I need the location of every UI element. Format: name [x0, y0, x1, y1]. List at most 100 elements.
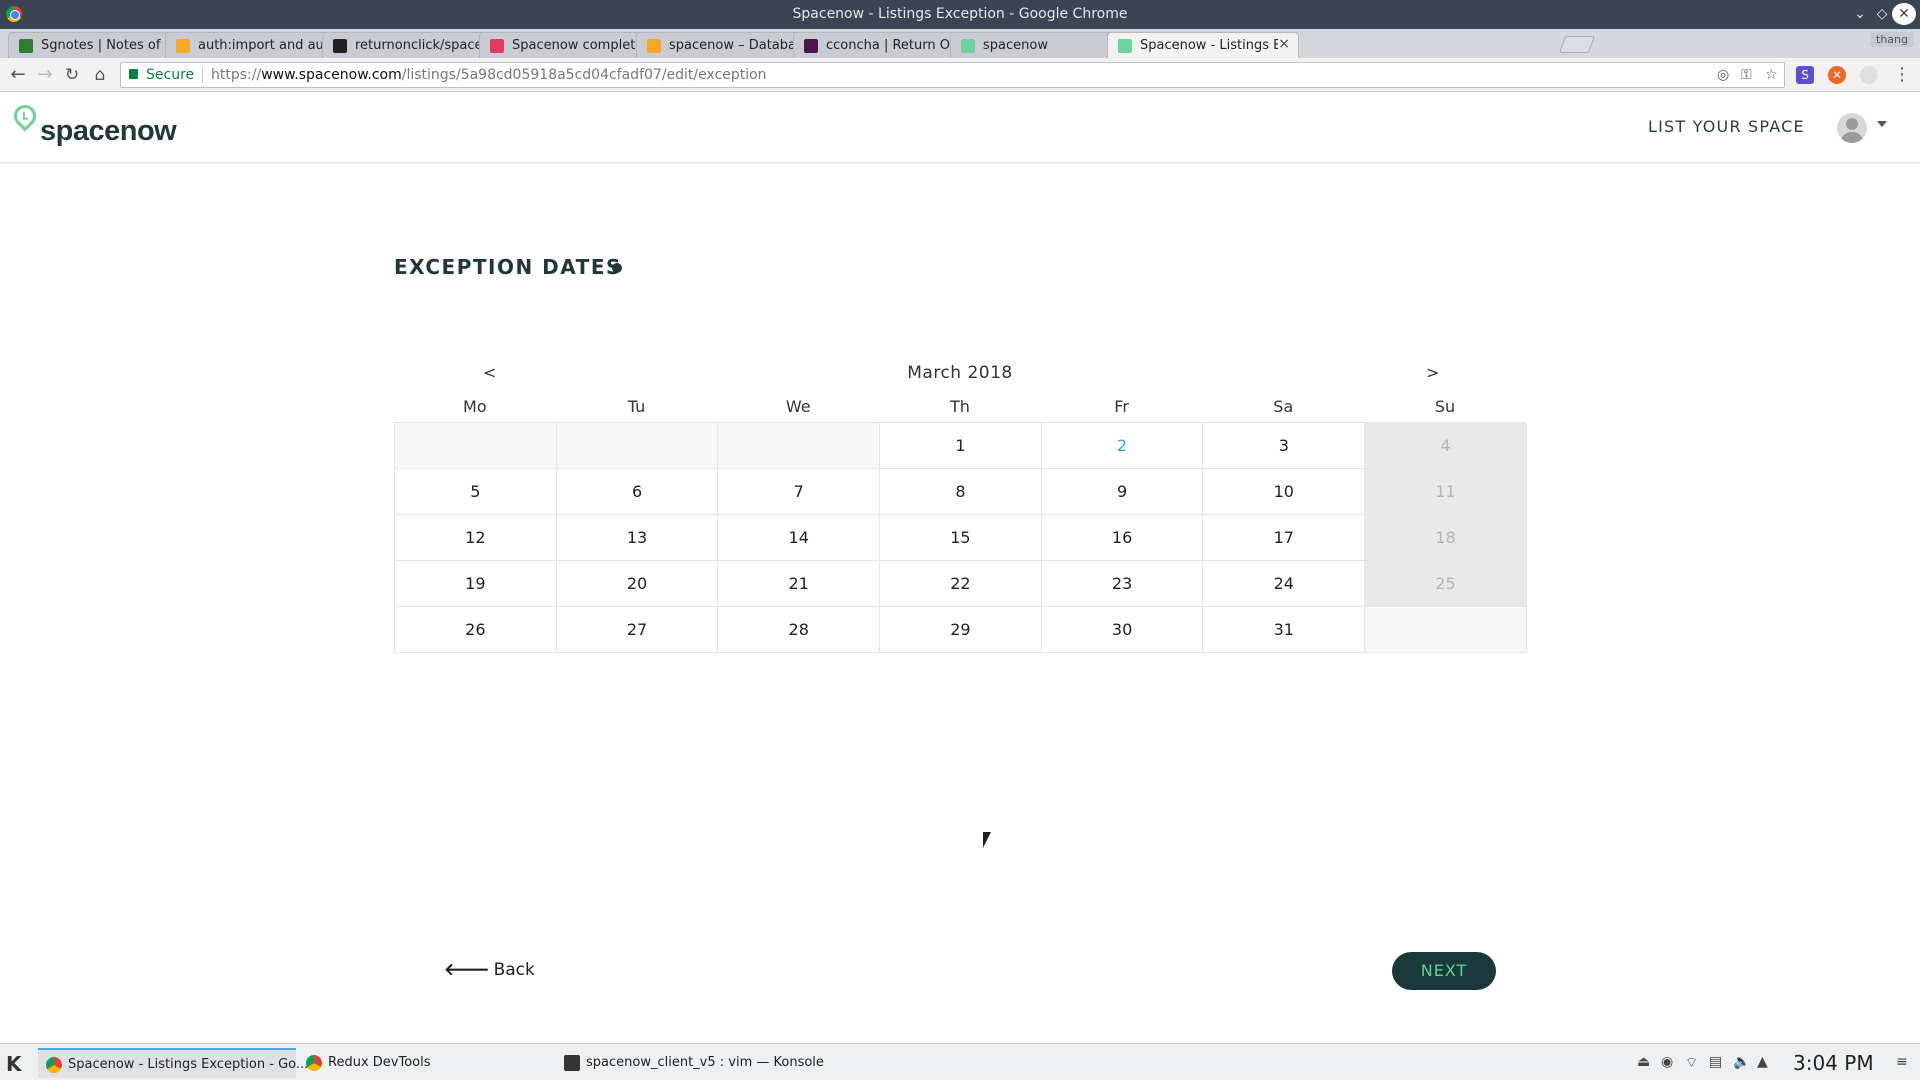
firebase-icon: [176, 39, 190, 53]
calendar-day[interactable]: 29: [880, 607, 1042, 653]
calendar-day[interactable]: 7: [718, 469, 881, 515]
firebase-icon: [647, 39, 661, 53]
url-text: https://www.spacenow.com/listings/5a98cd…: [211, 67, 767, 83]
back-arrow-icon[interactable]: ←: [6, 63, 30, 87]
next-button[interactable]: NEXT: [1392, 952, 1496, 990]
calendar-day[interactable]: 24: [1203, 561, 1366, 607]
calendar-day[interactable]: 13: [556, 515, 719, 561]
calendar-day[interactable]: 20: [556, 561, 719, 607]
calendar: Mo Tu We Th Fr Sa Su 1 2 3 4 5 6 7 8 9 10 11 12 13 14 15 16 17…: [394, 397, 1527, 653]
weekday-label: Sa: [1273, 397, 1294, 416]
weekday-label: We: [785, 397, 811, 416]
extension-s-icon[interactable]: S: [1796, 66, 1814, 84]
calendar-day[interactable]: 9: [1041, 469, 1204, 515]
caret-down-icon[interactable]: [1877, 121, 1887, 127]
menu-kebab-icon[interactable]: ⋮: [1890, 63, 1914, 87]
calendar-day: 25: [1365, 561, 1527, 607]
os-taskbar: K Spacenow - Listings Exception - Go... R…: [0, 1043, 1920, 1080]
window-title: Spacenow - Listings Exception - Google C…: [792, 6, 1128, 22]
reload-icon[interactable]: ↻: [60, 63, 84, 87]
calendar-day[interactable]: 31: [1203, 607, 1366, 653]
weekday-label: Th: [949, 397, 970, 416]
site-header: spacenow LIST YOUR SPACE: [0, 93, 1920, 163]
calendar-day[interactable]: 15: [880, 515, 1042, 561]
forward-arrow-icon[interactable]: →: [33, 63, 57, 87]
back-button[interactable]: 🡐 Back: [444, 960, 535, 980]
mouse-cursor-icon: [983, 832, 991, 848]
weekday-label: Su: [1434, 397, 1456, 416]
clipboard-icon[interactable]: ▤: [1709, 1054, 1722, 1070]
close-window-button[interactable]: ✕: [1892, 3, 1916, 25]
tab-label: cconcha | Return On C: [826, 38, 964, 53]
chrome-icon: [306, 1055, 322, 1071]
new-tab-button[interactable]: [1558, 36, 1596, 53]
spacenow-icon: [1118, 39, 1132, 53]
page-title: EXCEPTION DATES: [394, 255, 622, 279]
bookmark-star-icon[interactable]: ☆: [1765, 67, 1778, 83]
calendar-days: 1 2 3 4 5 6 7 8 9 10 11 12 13 14 15 16 17 18 19 20 21 22 23 24 2…: [394, 422, 1527, 653]
tray-expand-icon[interactable]: ▲: [1757, 1054, 1768, 1070]
user-avatar[interactable]: [1837, 113, 1867, 143]
calendar-day[interactable]: 21: [718, 561, 881, 607]
profile-chip[interactable]: thang: [1870, 32, 1914, 47]
minimize-icon[interactable]: ⌄: [1849, 3, 1871, 25]
calendar-day[interactable]: 1: [880, 423, 1042, 469]
taskbar-task[interactable]: Spacenow - Listings Exception - Go...: [38, 1048, 308, 1078]
calendar-next-button[interactable]: >: [1426, 363, 1439, 382]
calendar-day[interactable]: 22: [880, 561, 1042, 607]
calendar-day[interactable]: 12: [395, 515, 557, 561]
browser-toolbar: ← → ↻ ⌂ Secure https://www.spacenow.com/…: [0, 58, 1920, 92]
extension-orange-icon[interactable]: ✕: [1828, 66, 1846, 84]
calendar-day[interactable]: 23: [1041, 561, 1204, 607]
volume-icon[interactable]: 🔈: [1733, 1054, 1750, 1070]
clock[interactable]: 3:04 PM: [1793, 1051, 1874, 1075]
back-arrow-icon: 🡐: [444, 960, 490, 980]
calendar-day[interactable]: 30: [1041, 607, 1204, 653]
calendar-day[interactable]: 2: [1041, 423, 1204, 469]
calendar-day[interactable]: 19: [395, 561, 557, 607]
calendar-day[interactable]: 5: [395, 469, 557, 515]
calendar-empty-cell: [718, 423, 881, 469]
address-bar[interactable]: Secure https://www.spacenow.com/listings…: [120, 62, 1785, 88]
privacy-tray-icon[interactable]: ◉: [1661, 1054, 1673, 1070]
tab-7[interactable]: Spacenow - Listings Ex ×: [1107, 32, 1299, 58]
calendar-day[interactable]: 26: [395, 607, 557, 653]
calendar-day[interactable]: 27: [556, 607, 719, 653]
taskbar-task-label: Spacenow - Listings Exception - Go...: [68, 1057, 309, 1072]
invision-icon: [490, 39, 504, 53]
weekday-label: Tu: [627, 397, 646, 416]
calendar-day[interactable]: 17: [1203, 515, 1366, 561]
calendar-day[interactable]: 3: [1203, 423, 1366, 469]
url-path: /listings/5a98cd05918a5cd04cfadf07/edit/…: [401, 67, 767, 83]
list-your-space-link[interactable]: LIST YOUR SPACE: [1648, 117, 1805, 136]
calendar-day: 11: [1365, 469, 1527, 515]
wifi-icon[interactable]: ⌔: [1685, 1054, 1698, 1072]
slack-icon: [804, 39, 818, 53]
tab-close-icon[interactable]: ×: [1278, 36, 1290, 52]
sgnotes-icon: [19, 39, 33, 53]
calendar-day[interactable]: 10: [1203, 469, 1366, 515]
kde-launcher-icon[interactable]: K: [6, 1052, 22, 1076]
calendar-day[interactable]: 8: [880, 469, 1042, 515]
info-icon[interactable]: [612, 263, 622, 273]
calendar-day[interactable]: 14: [718, 515, 881, 561]
privacy-icon[interactable]: ◎: [1717, 67, 1729, 83]
calendar-day[interactable]: 6: [556, 469, 719, 515]
spacenow-icon: [961, 39, 975, 53]
tab-label: auth:import and auth: [198, 38, 336, 53]
home-icon[interactable]: ⌂: [88, 63, 112, 87]
taskbar-task[interactable]: Redux DevTools: [298, 1048, 554, 1078]
extension-grey-icon[interactable]: [1860, 66, 1878, 84]
key-icon[interactable]: ⚿: [1741, 67, 1752, 83]
terminal-icon: [564, 1055, 580, 1071]
lock-icon: [129, 69, 138, 79]
taskbar-task[interactable]: spacenow_client_v5 : vim — Konsole: [556, 1048, 824, 1078]
calendar-prev-button[interactable]: <: [483, 363, 496, 382]
usb-icon[interactable]: ⏏: [1637, 1054, 1650, 1070]
panel-menu-icon[interactable]: ≡: [1896, 1054, 1908, 1070]
maximize-icon[interactable]: ◇: [1871, 3, 1893, 25]
calendar-day[interactable]: 16: [1041, 515, 1204, 561]
calendar-day[interactable]: 28: [718, 607, 881, 653]
taskbar-task-label: spacenow_client_v5 : vim — Konsole: [586, 1055, 824, 1070]
calendar-weekday-header: Mo Tu We Th Fr Sa Su: [394, 397, 1526, 422]
